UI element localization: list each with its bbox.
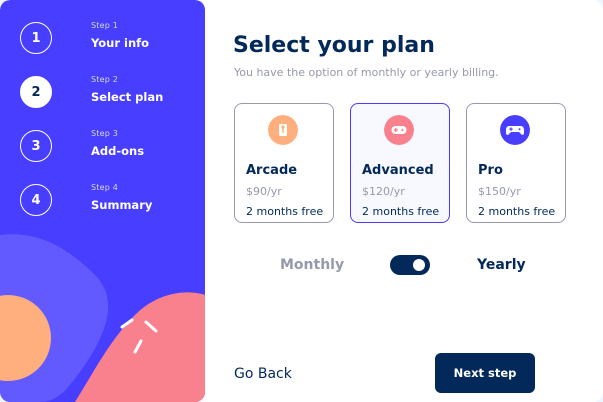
plan-price: $120/yr xyxy=(362,185,405,198)
plan-card-arcade[interactable]: Arcade $90/yr 2 months free xyxy=(234,103,334,223)
plan-name: Arcade xyxy=(246,163,298,178)
step-label: Select plan xyxy=(91,90,164,104)
page-subtitle: You have the option of monthly or yearly… xyxy=(234,66,499,79)
next-step-button[interactable]: Next step xyxy=(435,353,535,393)
plan-promo: 2 months free xyxy=(246,205,324,218)
plan-price: $150/yr xyxy=(478,185,521,198)
billing-monthly-label[interactable]: Monthly xyxy=(280,257,344,273)
step-label: Add-ons xyxy=(91,144,145,158)
step-caption: Step 3 xyxy=(91,129,119,138)
sidebar: 1 Step 1 Your info 2 Step 2 Select plan … xyxy=(0,0,205,402)
billing-yearly-label[interactable]: Yearly xyxy=(477,257,526,273)
toggle-knob xyxy=(413,259,425,271)
step-label: Your info xyxy=(91,36,150,50)
step-number-circle: 2 xyxy=(20,76,52,108)
billing-toggle[interactable] xyxy=(390,255,430,275)
step-label: Summary xyxy=(91,198,153,212)
arcade-icon xyxy=(268,115,298,145)
step-number-circle: 3 xyxy=(20,130,52,162)
plan-card-advanced[interactable]: Advanced $120/yr 2 months free xyxy=(350,103,450,223)
advanced-icon xyxy=(384,115,414,145)
step-caption: Step 4 xyxy=(91,183,119,192)
plan-promo: 2 months free xyxy=(478,205,556,218)
sidebar-step-summary[interactable]: 4 Step 4 Summary xyxy=(20,183,200,216)
sidebar-step-select-plan[interactable]: 2 Step 2 Select plan xyxy=(20,75,200,108)
pro-icon xyxy=(500,115,530,145)
plan-name: Pro xyxy=(478,163,503,178)
page-title: Select your plan xyxy=(233,33,435,58)
step-number-circle: 4 xyxy=(20,184,52,216)
form-card: 1 Step 1 Your info 2 Step 2 Select plan … xyxy=(0,0,603,402)
step-caption: Step 1 xyxy=(91,21,119,30)
plan-promo: 2 months free xyxy=(362,205,440,218)
sidebar-step-your-info[interactable]: 1 Step 1 Your info xyxy=(20,21,200,54)
step-number-circle: 1 xyxy=(20,22,52,54)
go-back-button[interactable]: Go Back xyxy=(234,366,292,382)
plan-name: Advanced xyxy=(362,163,434,178)
sidebar-step-add-ons[interactable]: 3 Step 3 Add-ons xyxy=(20,129,200,162)
step-caption: Step 2 xyxy=(91,75,119,84)
plan-card-pro[interactable]: Pro $150/yr 2 months free xyxy=(466,103,566,223)
plan-price: $90/yr xyxy=(246,185,282,198)
